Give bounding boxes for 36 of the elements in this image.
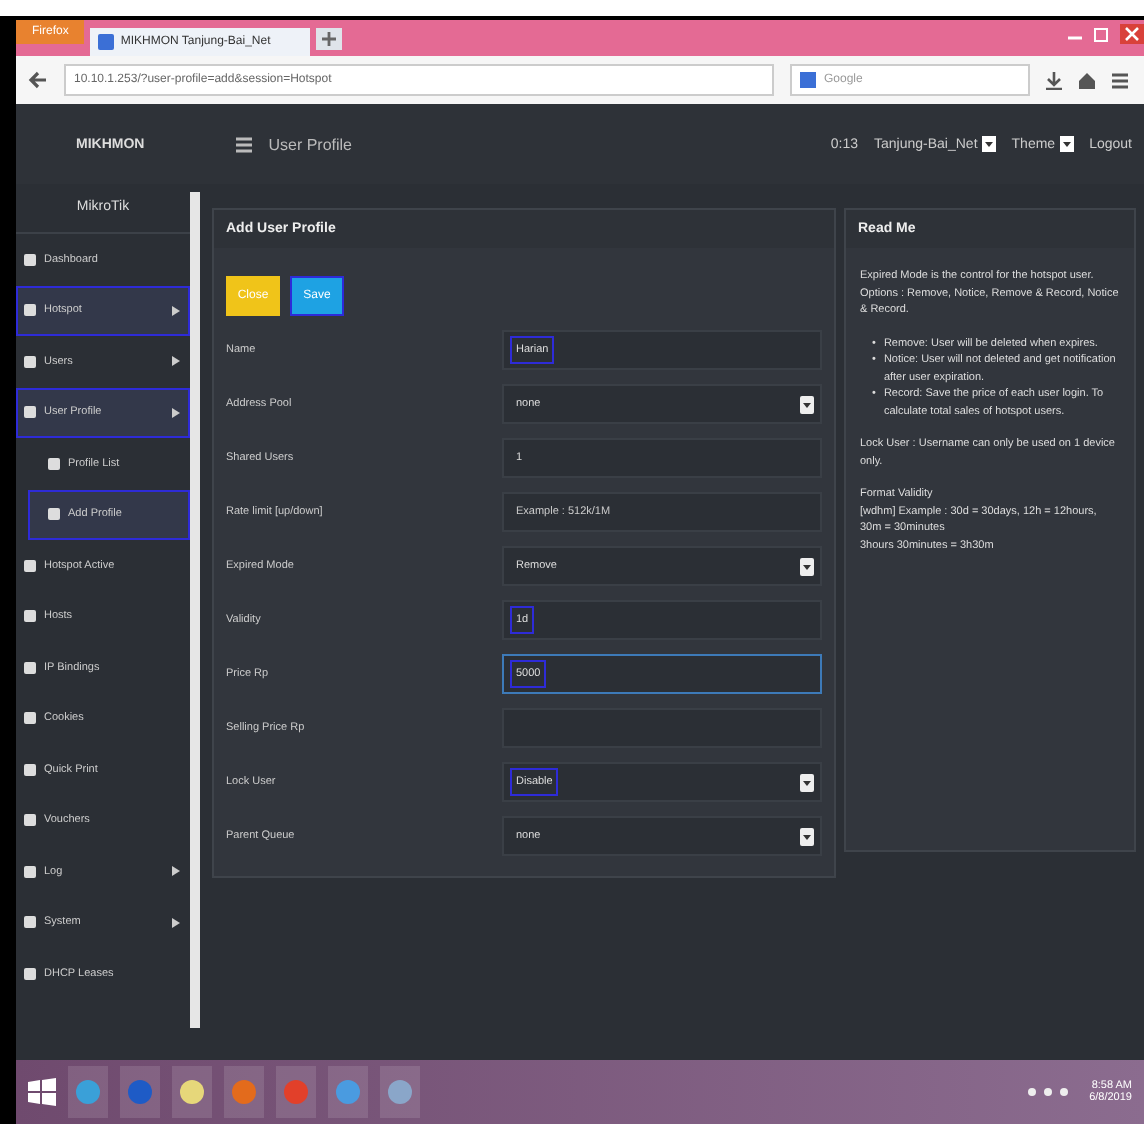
home-icon[interactable] [1078, 71, 1096, 89]
caret-icon [981, 136, 996, 152]
menu-item-icon [22, 302, 38, 319]
new-tab-button[interactable] [316, 27, 343, 49]
caret-icon [800, 773, 814, 791]
taskbar-app-icon[interactable] [380, 1066, 420, 1118]
menu-item-icon [22, 557, 38, 574]
menu-item-icon [22, 761, 38, 778]
menu-item-icon [46, 506, 62, 523]
tab-favicon-icon [98, 34, 115, 50]
menu-item-icon [22, 914, 38, 931]
menu-item-icon [46, 455, 62, 472]
back-icon[interactable] [28, 70, 48, 90]
start-icon[interactable] [28, 1078, 56, 1106]
taskbar-app-icon[interactable] [172, 1066, 212, 1118]
close-icon[interactable] [1120, 24, 1144, 44]
menu-item-icon [22, 812, 38, 829]
menu-item-icon [22, 404, 38, 421]
page-title: User Profile [268, 135, 353, 153]
menu-item-icon [22, 659, 38, 676]
caret-icon [800, 827, 814, 845]
menu-item-icon [22, 863, 38, 880]
menu-item-icon [22, 710, 38, 727]
taskbar-app-icon[interactable] [68, 1066, 108, 1118]
menu-icon[interactable] [236, 135, 253, 153]
caret-icon [800, 557, 814, 575]
menu-item-icon [22, 353, 38, 370]
menu-item-icon [22, 251, 38, 268]
menu-item-icon [22, 608, 38, 625]
maximize-icon[interactable] [1094, 27, 1108, 41]
menu-icon[interactable] [1112, 71, 1128, 89]
caret-icon [800, 395, 814, 413]
menu-item-icon [22, 965, 38, 982]
caret-icon [1059, 136, 1074, 152]
download-icon[interactable] [1046, 71, 1062, 89]
search-engine-icon [800, 72, 816, 88]
